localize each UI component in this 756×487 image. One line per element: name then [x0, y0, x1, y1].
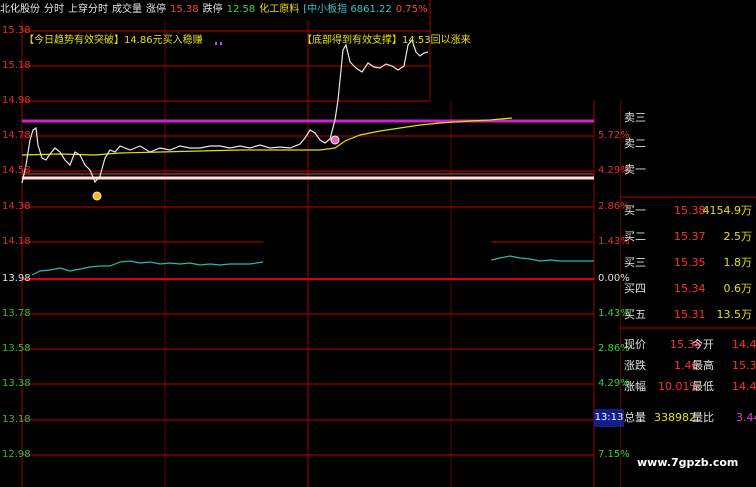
buy-level-price: 15.38 — [674, 204, 706, 217]
pct-label: 涨幅 — [624, 380, 646, 393]
price-tick: 13.18 — [2, 414, 31, 425]
order-book-row[interactable]: 买五 15.31 13.5万 — [624, 307, 756, 323]
order-book-row[interactable]: 买二 15.37 2.5万 — [624, 229, 756, 245]
left-signal-note: 【今日趋势有效突破】14.86元买入稳赚 — [24, 35, 203, 47]
price-line — [21, 38, 429, 184]
ratio-value: 3.44 — [736, 411, 756, 424]
buy-level-qty: 1.8万 — [723, 256, 753, 269]
price-tick: 14.98 — [2, 95, 31, 106]
volume-value: 338982 — [654, 411, 696, 424]
price-tick: 15.38 — [2, 25, 31, 36]
buy-level-label: 买二 — [624, 230, 646, 243]
volume-label: 总量 — [624, 411, 646, 424]
price-tick: 13.78 — [2, 308, 31, 319]
quote-panel: 卖三 卖二 卖一 买一 15.38 4154.9万 买二 15.37 2.5万 … — [620, 100, 756, 487]
price-tick: 13.58 — [2, 343, 31, 354]
quote-row: 涨幅 10.01% 最低 14.40 — [624, 379, 756, 395]
left-note-tag: 【今日趋势有效突破】 — [24, 35, 124, 46]
left-note-text: 14.86元买入稳赚 — [124, 35, 203, 46]
intraday-chart-window: { "header": { "stock_name": "北化股份", "mod… — [0, 0, 756, 487]
buy-level-label: 买四 — [624, 282, 646, 295]
buy-level-label: 买五 — [624, 308, 646, 321]
change-label: 涨跌 — [624, 359, 646, 372]
ratio-label: 量比 — [692, 411, 714, 424]
buy-level-qty: 0.6万 — [723, 282, 753, 295]
low-value: 14.40 — [732, 380, 756, 393]
order-book-row[interactable]: 买四 15.34 0.6万 — [624, 281, 756, 297]
ma-line-2 — [490, 255, 594, 262]
order-book-row[interactable]: 买三 15.35 1.8万 — [624, 255, 756, 271]
buy-level-qty: 4154.9万 — [702, 204, 753, 217]
open-label: 今开 — [692, 338, 714, 351]
sell-level-label: 卖三 — [624, 111, 646, 124]
quote-row: 总量 338982 量比 3.44 — [624, 410, 756, 426]
right-note-tag: 【底部得到有效支撑】 — [302, 35, 402, 46]
price-tick: 14.58 — [2, 165, 31, 176]
buy-level-price: 15.35 — [674, 256, 706, 269]
low-label: 最低 — [692, 380, 714, 393]
buy-level-label: 买一 — [624, 204, 646, 217]
high-label: 最高 — [692, 359, 714, 372]
order-book-row[interactable]: 买一 15.38 4154.9万 — [624, 203, 756, 219]
sell-level-label: 卖一 — [624, 163, 646, 176]
quote-row: 现价 15.38 今开 14.48 — [624, 337, 756, 353]
price-tick: 15.18 — [2, 60, 31, 71]
sell-level-label: 卖二 — [624, 137, 646, 150]
right-note-text: 14.53回以涨来 — [402, 35, 471, 46]
right-signal-note: 【底部得到有效支撑】14.53回以涨来 — [302, 35, 471, 47]
buy-level-price: 15.37 — [674, 230, 706, 243]
buy-level-qty: 2.5万 — [723, 230, 753, 243]
price-tick: 13.98 — [2, 273, 31, 284]
order-book-row[interactable]: 卖三 — [624, 110, 754, 126]
price-tick: 14.38 — [2, 201, 31, 212]
buy-signal-marker — [92, 191, 102, 201]
breakout-marker — [330, 135, 340, 145]
site-watermark: www.7gpzb.com — [637, 456, 739, 469]
current-price-label: 现价 — [624, 338, 646, 351]
price-tick: 13.38 — [2, 378, 31, 389]
order-book-row[interactable]: 卖二 — [624, 136, 754, 152]
quote-row: 涨跌 1.40 最高 15.38 — [624, 358, 756, 374]
price-tick: 14.78 — [2, 130, 31, 141]
buy-level-price: 15.31 — [674, 308, 706, 321]
buy-level-qty: 13.5万 — [716, 308, 753, 321]
ma-line — [31, 260, 264, 276]
buy-level-price: 15.34 — [674, 282, 706, 295]
order-book-row[interactable]: 卖一 — [624, 162, 754, 178]
open-value: 14.48 — [732, 338, 756, 351]
price-tick: 14.18 — [2, 236, 31, 247]
high-value: 15.38 — [732, 359, 756, 372]
price-tick: 12.98 — [2, 449, 31, 460]
vertical-grid — [21, 0, 595, 487]
buy-level-label: 买三 — [624, 256, 646, 269]
